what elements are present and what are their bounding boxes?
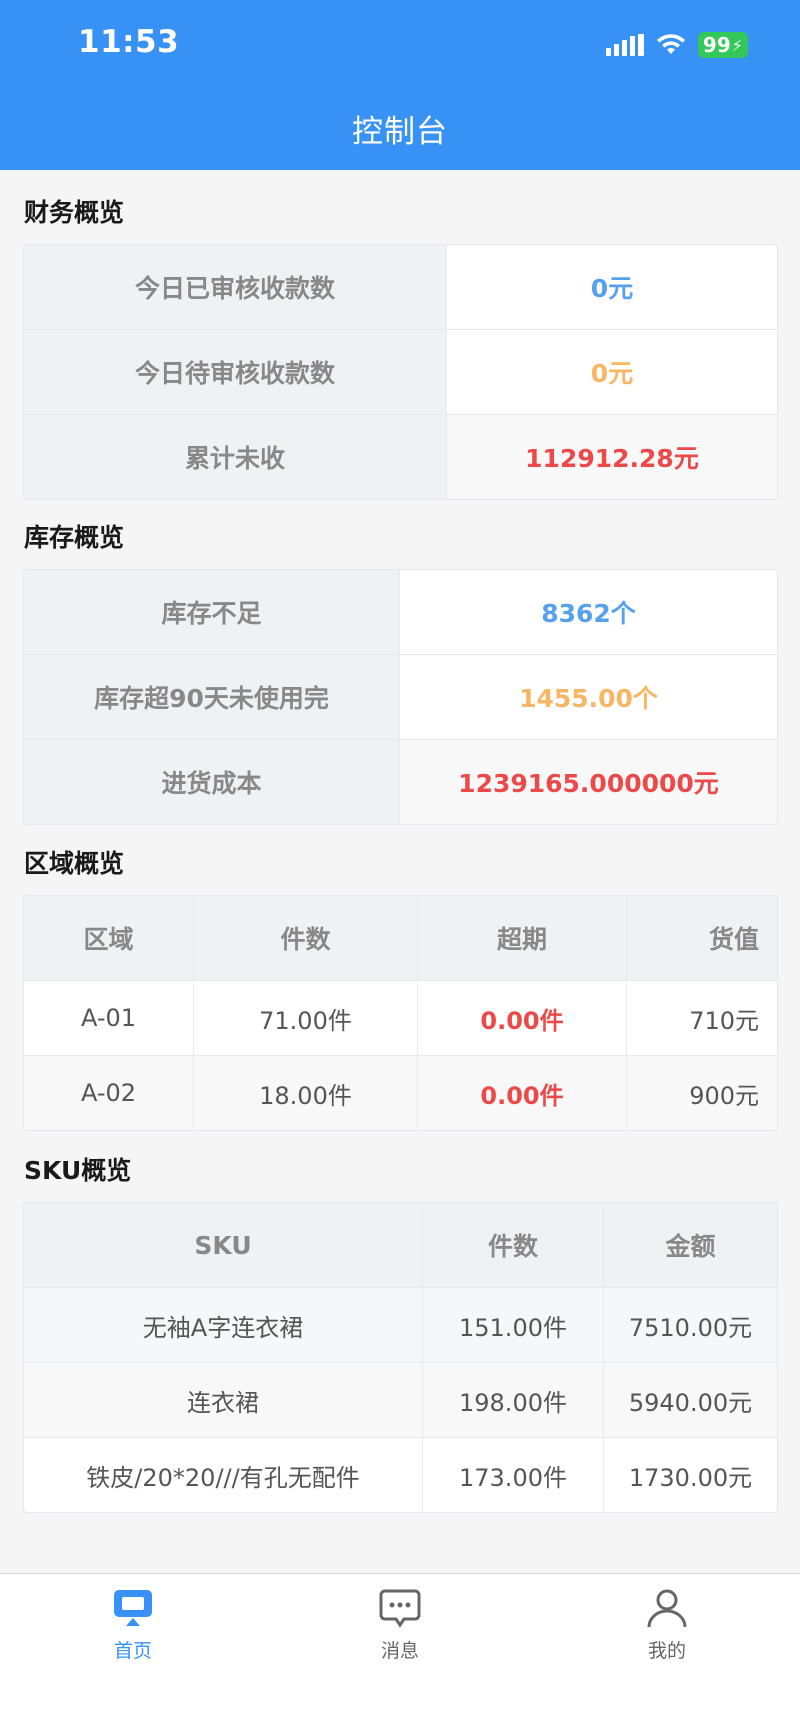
finance-table: 今日已审核收款数 0元 今日待审核收款数 0元 累计未收 112912.28元: [23, 244, 778, 500]
table-cell: 5940.00元: [628, 1388, 753, 1417]
column-header[interactable]: 金额: [604, 1203, 777, 1287]
table-cell: 1730.00元: [628, 1463, 753, 1492]
charging-bolt-icon: ⚡: [731, 35, 743, 55]
finance-section-title: 财务概览: [24, 198, 125, 227]
column-header[interactable]: 超期: [418, 896, 627, 980]
table-row[interactable]: A-01 71.00件 0.00件 710元: [24, 981, 777, 1056]
table-header-row: SKU 件数 金额: [24, 1203, 777, 1288]
table-cell: 900元: [689, 1081, 759, 1110]
table-cell: 0.00件: [418, 981, 627, 1055]
table-header-row: 区域 件数 超期 货值: [24, 896, 777, 981]
table-cell: 173.00件: [423, 1438, 604, 1512]
sku-section-title: SKU概览: [24, 1156, 132, 1185]
table-cell: 无袖A字连衣裙: [24, 1288, 423, 1362]
region-section-title: 区域概览: [24, 849, 125, 878]
table-row[interactable]: 铁皮/20*20///有孔无配件 173.00件 1730.00元: [24, 1438, 777, 1512]
status-time: 11:53: [78, 24, 180, 60]
bottom-tab-bar: 首页 消息 我的: [0, 1573, 800, 1732]
table-cell: A-02: [24, 1056, 194, 1130]
tab-profile[interactable]: 我的: [597, 1588, 737, 1663]
cellular-signal-icon: [605, 34, 644, 56]
column-header[interactable]: SKU: [24, 1203, 423, 1287]
monitor-icon: [114, 1590, 152, 1626]
table-cell: 7510.00元: [628, 1313, 753, 1342]
table-cell: 0.00件: [418, 1056, 627, 1130]
finance-row-uncollected[interactable]: 累计未收 112912.28元: [24, 415, 777, 499]
table-cell: 连衣裙: [24, 1363, 423, 1437]
battery-indicator: 99 ⚡: [697, 32, 748, 58]
tab-home[interactable]: 首页: [63, 1588, 203, 1663]
wifi-icon: [656, 34, 685, 54]
row-label: 库存超90天未使用完: [24, 655, 400, 739]
row-label: 今日待审核收款数: [24, 330, 447, 414]
table-cell: 71.00件: [194, 981, 418, 1055]
column-header[interactable]: 件数: [423, 1203, 604, 1287]
table-cell: 198.00件: [423, 1363, 604, 1437]
table-row[interactable]: A-02 18.00件 0.00件 900元: [24, 1056, 777, 1130]
row-value: 0元: [590, 359, 634, 388]
row-label: 累计未收: [24, 415, 447, 499]
tab-label: 首页: [113, 1640, 152, 1662]
tab-label: 我的: [647, 1640, 686, 1662]
row-value: 1455.00个: [519, 684, 658, 713]
row-value: 0元: [590, 274, 634, 303]
battery-level: 99: [702, 33, 731, 57]
status-icons: 99 ⚡: [605, 32, 748, 58]
inventory-table: 库存不足 8362个 库存超90天未使用完 1455.00个 进货成本 1239…: [23, 569, 778, 825]
table-cell: 710元: [689, 1006, 759, 1035]
column-header[interactable]: 件数: [194, 896, 418, 980]
row-label: 进货成本: [24, 740, 400, 824]
region-table: 区域 件数 超期 货值 A-01 71.00件 0.00件 710元 A-02 …: [23, 895, 778, 1131]
finance-row-pending[interactable]: 今日待审核收款数 0元: [24, 330, 777, 415]
row-value: 112912.28元: [447, 415, 777, 499]
inventory-row-overdue[interactable]: 库存超90天未使用完 1455.00个: [24, 655, 777, 740]
finance-row-approved[interactable]: 今日已审核收款数 0元: [24, 245, 777, 330]
app-header: 11:53 99 ⚡ 控制台: [0, 0, 800, 170]
sku-table: SKU 件数 金额 无袖A字连衣裙 151.00件 7510.00元 连衣裙 1…: [23, 1202, 778, 1513]
table-cell: 18.00件: [194, 1056, 418, 1130]
table-cell: 151.00件: [423, 1288, 604, 1362]
user-icon: [647, 1589, 687, 1628]
row-value: 8362个: [541, 599, 636, 628]
row-value: 1239165.000000元: [400, 740, 777, 824]
inventory-section-title: 库存概览: [24, 523, 125, 552]
row-label: 库存不足: [24, 570, 400, 654]
column-header[interactable]: 货值: [627, 896, 777, 980]
row-label: 今日已审核收款数: [24, 245, 447, 329]
table-cell: A-01: [24, 981, 194, 1055]
inventory-row-shortage[interactable]: 库存不足 8362个: [24, 570, 777, 655]
column-header[interactable]: 区域: [24, 896, 194, 980]
chat-bubble-icon: [379, 1589, 421, 1628]
tab-label: 消息: [380, 1640, 419, 1662]
inventory-row-cost[interactable]: 进货成本 1239165.000000元: [24, 740, 777, 824]
tab-messages[interactable]: 消息: [330, 1588, 470, 1663]
table-row[interactable]: 无袖A字连衣裙 151.00件 7510.00元: [24, 1288, 777, 1363]
page-title: 控制台: [352, 114, 448, 150]
table-row[interactable]: 连衣裙 198.00件 5940.00元: [24, 1363, 777, 1438]
table-cell: 铁皮/20*20///有孔无配件: [24, 1438, 423, 1512]
